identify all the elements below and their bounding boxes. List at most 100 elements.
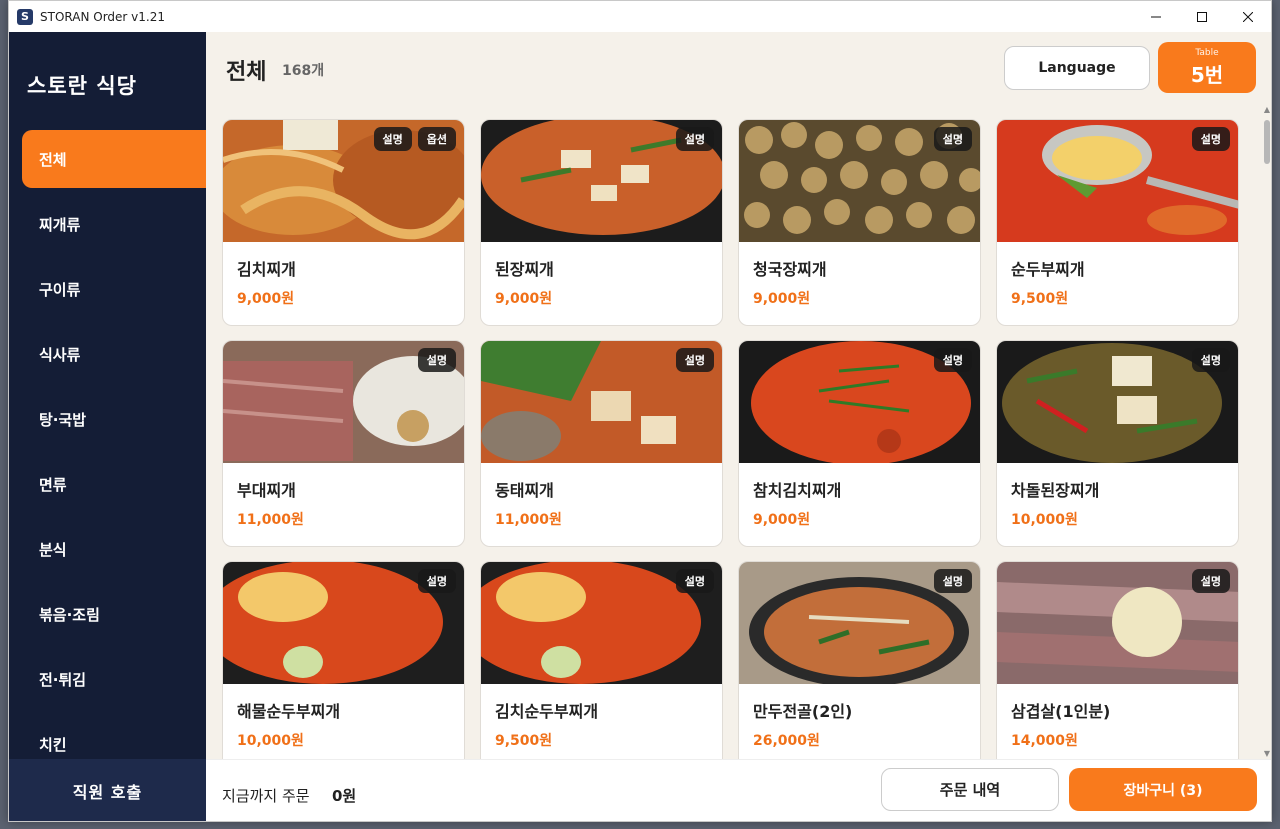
menu-name: 차돌된장찌개 xyxy=(1011,481,1100,500)
category-stew[interactable]: 찌개류 xyxy=(22,195,206,253)
menu-price: 9,000원 xyxy=(753,512,811,528)
category-stir-fry[interactable]: 볶음·조림 xyxy=(22,585,206,643)
badge-group: 설명 xyxy=(675,348,714,372)
badge-group: 설명 xyxy=(933,127,972,151)
menu-price: 10,000원 xyxy=(1011,512,1078,528)
staff-call-button[interactable]: 직원 호출 xyxy=(9,759,206,821)
description-badge[interactable]: 설명 xyxy=(417,348,456,372)
menu-name: 삼겹살(1인분) xyxy=(1011,702,1111,721)
scroll-down-icon[interactable]: ▼ xyxy=(1263,750,1271,758)
menu-card[interactable]: 설명 순두부찌개 9,500원 xyxy=(996,119,1239,326)
item-count: 168개 xyxy=(282,63,325,79)
minimize-icon xyxy=(1151,16,1161,17)
badge-group: 설명 xyxy=(1191,569,1230,593)
badge-group: 설명 xyxy=(933,348,972,372)
total-value: 0원 xyxy=(332,787,357,805)
menu-name: 청국장찌개 xyxy=(753,260,827,279)
window-controls xyxy=(1133,1,1271,32)
badge-group: 설명 xyxy=(1191,127,1230,151)
menu-name: 순두부찌개 xyxy=(1011,260,1085,279)
description-badge[interactable]: 설명 xyxy=(675,127,714,151)
badge-group: 설명 옵션 xyxy=(373,127,456,151)
menu-name: 김치찌개 xyxy=(237,260,296,279)
order-footer: 지금까지 주문 0원 주문 내역 장바구니 (3) xyxy=(206,759,1271,821)
description-badge[interactable]: 설명 xyxy=(1191,348,1230,372)
menu-card[interactable]: 설명 청국장찌개 9,000원 xyxy=(738,119,981,326)
maximize-button[interactable] xyxy=(1179,1,1225,32)
window-title: STORAN Order v1.21 xyxy=(40,9,165,24)
menu-price: 9,500원 xyxy=(495,733,553,749)
description-badge[interactable]: 설명 xyxy=(675,348,714,372)
sidebar: 스토란 식당 전체 찌개류 구이류 식사류 탕·국밥 면류 분식 볶음·조림 전… xyxy=(9,32,206,821)
menu-card[interactable]: 설명 참치김치찌개 9,000원 xyxy=(738,340,981,547)
menu-name: 참치김치찌개 xyxy=(753,481,842,500)
category-noodle[interactable]: 면류 xyxy=(22,455,206,513)
menu-card[interactable]: 설명 삼겹살(1인분) 14,000원 xyxy=(996,561,1239,759)
description-badge[interactable]: 설명 xyxy=(417,569,456,593)
description-badge[interactable]: 설명 xyxy=(933,127,972,151)
description-badge[interactable]: 설명 xyxy=(1191,569,1230,593)
menu-card[interactable]: 설명 동태찌개 11,000원 xyxy=(480,340,723,547)
order-history-button[interactable]: 주문 내역 xyxy=(881,768,1059,811)
category-grill[interactable]: 구이류 xyxy=(22,260,206,318)
menu-price: 10,000원 xyxy=(237,733,304,749)
menu-price: 26,000원 xyxy=(753,733,820,749)
menu-card[interactable]: 설명 부대찌개 11,000원 xyxy=(222,340,465,547)
menu-name: 부대찌개 xyxy=(237,481,296,500)
menu-price: 9,000원 xyxy=(753,291,811,307)
menu-price: 14,000원 xyxy=(1011,733,1078,749)
badge-group: 설명 xyxy=(417,348,456,372)
category-list: 전체 찌개류 구이류 식사류 탕·국밥 면류 분식 볶음·조림 전·튀김 치킨 xyxy=(22,130,206,780)
menu-card[interactable]: 설명 해물순두부찌개 10,000원 xyxy=(222,561,465,759)
table-label: Table xyxy=(1195,47,1219,58)
category-all[interactable]: 전체 xyxy=(22,130,206,188)
language-button[interactable]: Language xyxy=(1004,46,1150,90)
category-snack[interactable]: 분식 xyxy=(22,520,206,578)
description-badge[interactable]: 설명 xyxy=(933,569,972,593)
badge-group: 설명 xyxy=(675,569,714,593)
category-soup[interactable]: 탕·국밥 xyxy=(22,390,206,448)
menu-name: 김치순두부찌개 xyxy=(495,702,599,721)
menu-name: 동태찌개 xyxy=(495,481,554,500)
badge-group: 설명 xyxy=(675,127,714,151)
menu-card[interactable]: 설명 김치순두부찌개 9,500원 xyxy=(480,561,723,759)
menu-name: 만두전골(2인) xyxy=(753,702,853,721)
menu-grid: 설명 옵션 김치찌개 9,000원 설명 된장찌개 9,000원 설명 청국장찌… xyxy=(222,119,1252,759)
cart-button[interactable]: 장바구니 (3) xyxy=(1069,768,1257,811)
badge-group: 설명 xyxy=(933,569,972,593)
menu-price: 11,000원 xyxy=(237,512,304,528)
title-bar: S STORAN Order v1.21 xyxy=(9,1,1271,32)
badge-group: 설명 xyxy=(417,569,456,593)
menu-scrollbar[interactable]: ▲ ▼ xyxy=(1263,106,1271,758)
menu-card[interactable]: 설명 된장찌개 9,000원 xyxy=(480,119,723,326)
badge-group: 설명 xyxy=(1191,348,1230,372)
app-icon: S xyxy=(17,8,33,25)
close-icon xyxy=(1243,11,1253,22)
menu-name: 해물순두부찌개 xyxy=(237,702,341,721)
total-label: 지금까지 주문 xyxy=(222,787,310,805)
menu-price: 11,000원 xyxy=(495,512,562,528)
table-number: 5번 xyxy=(1190,62,1224,87)
close-button[interactable] xyxy=(1225,1,1271,32)
scroll-thumb[interactable] xyxy=(1264,120,1270,164)
category-fritter[interactable]: 전·튀김 xyxy=(22,650,206,708)
menu-price: 9,000원 xyxy=(237,291,295,307)
description-badge[interactable]: 설명 xyxy=(373,127,412,151)
main-panel: 전체 168개 Language Table 5번 설명 옵션 김치찌개 9,0… xyxy=(206,32,1271,759)
app-window: S STORAN Order v1.21 스토란 식당 전체 찌개류 구이류 식… xyxy=(8,0,1272,822)
menu-card[interactable]: 설명 옵션 김치찌개 9,000원 xyxy=(222,119,465,326)
description-badge[interactable]: 설명 xyxy=(1191,127,1230,151)
menu-card[interactable]: 설명 만두전골(2인) 26,000원 xyxy=(738,561,981,759)
maximize-icon xyxy=(1197,11,1207,22)
scroll-up-icon[interactable]: ▲ xyxy=(1263,106,1271,114)
category-meal[interactable]: 식사류 xyxy=(22,325,206,383)
description-badge[interactable]: 설명 xyxy=(675,569,714,593)
menu-card[interactable]: 설명 차돌된장찌개 10,000원 xyxy=(996,340,1239,547)
page-title: 전체 xyxy=(226,60,267,85)
minimize-button[interactable] xyxy=(1133,1,1179,32)
menu-price: 9,000원 xyxy=(495,291,553,307)
store-name: 스토란 식당 xyxy=(27,74,137,98)
description-badge[interactable]: 설명 xyxy=(933,348,972,372)
menu-price: 9,500원 xyxy=(1011,291,1069,307)
option-badge[interactable]: 옵션 xyxy=(417,127,456,151)
